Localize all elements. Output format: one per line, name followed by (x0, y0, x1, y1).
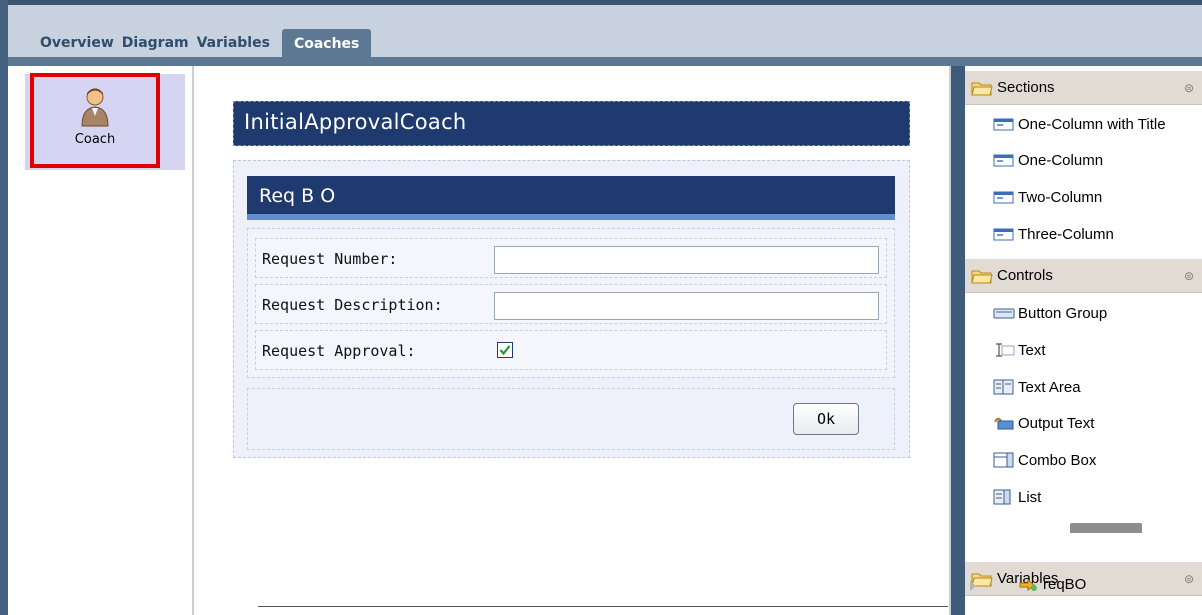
folder-icon (971, 82, 993, 95)
controls-header-label: Controls (997, 267, 1053, 284)
field-row-request-number[interactable]: Request Number: (255, 238, 887, 278)
palette-item-text-area[interactable]: Text Area (993, 376, 1081, 398)
palette-item-one-column[interactable]: One-Column (993, 149, 1103, 171)
palette-sidebar-strip (951, 66, 965, 615)
request-approval-checkbox[interactable] (497, 342, 513, 358)
checkmark-icon (499, 345, 511, 356)
palette-item-label: List (1018, 488, 1042, 506)
request-number-label: Request Number: (262, 250, 398, 268)
tab-overview[interactable]: Overview (36, 35, 118, 51)
tab-strip-underline (8, 57, 1202, 66)
collapse-icon[interactable]: ⊜ (1184, 269, 1194, 283)
palette-item-two-column[interactable]: Two-Column (993, 186, 1102, 208)
text-area-icon (993, 379, 1014, 395)
coach-item[interactable]: Coach (30, 73, 160, 168)
combo-box-icon (993, 452, 1014, 468)
request-approval-label: Request Approval: (262, 342, 416, 360)
collapse-icon[interactable]: ⊜ (1184, 81, 1194, 95)
section-header[interactable]: Req B O (247, 176, 895, 220)
layout-icon (993, 154, 1014, 167)
palette-item-list[interactable]: List (993, 486, 1041, 508)
palette-item-combo-box[interactable]: Combo Box (993, 449, 1096, 471)
request-description-label: Request Description: (262, 296, 443, 314)
palette-item-label: Output Text (1018, 414, 1095, 432)
request-description-input[interactable] (494, 292, 879, 320)
text-cursor-icon (996, 343, 1015, 357)
request-number-input[interactable] (494, 246, 879, 274)
editor-tabs: Overview Diagram Variables Coaches (36, 29, 372, 61)
list-icon (993, 489, 1011, 505)
palette-item-output-text[interactable]: Output Text (993, 412, 1094, 434)
collapse-icon[interactable]: ⊜ (1184, 572, 1194, 586)
tab-diagram[interactable]: Diagram (118, 35, 193, 51)
palette-item-label: Text Area (1018, 378, 1081, 396)
palette-drawer-sections[interactable]: Sections ⊜ (965, 71, 1202, 105)
palette-scroll-indicator[interactable] (1070, 523, 1142, 533)
variable-label: reqBO (1043, 576, 1087, 593)
field-row-request-approval[interactable]: Request Approval: (255, 330, 887, 370)
palette-item-label: Text (1018, 341, 1046, 359)
window-left-border (0, 0, 8, 615)
output-text-icon (994, 417, 1014, 430)
layout-icon (993, 191, 1014, 204)
folder-icon (971, 270, 993, 283)
palette-item-label: One-Column with Title (1018, 115, 1166, 133)
sections-header-label: Sections (997, 79, 1055, 96)
layout-icon (993, 228, 1014, 241)
palette-item-text[interactable]: Text (993, 339, 1046, 361)
coach-label: Coach (74, 132, 116, 147)
palette-item-label: Three-Column (1018, 225, 1114, 243)
layout-icon (993, 118, 1014, 131)
variable-arrow-icon (1019, 578, 1037, 591)
palette-item-one-column-with-title[interactable]: One-Column with Title (993, 113, 1166, 135)
palette-item-button-group[interactable]: Button Group (993, 302, 1107, 324)
button-group-icon (993, 308, 1015, 319)
palette-item-three-column[interactable]: Three-Column (993, 223, 1114, 245)
field-row-request-description[interactable]: Request Description: (255, 284, 887, 324)
tab-variables[interactable]: Variables (193, 35, 274, 51)
coach-title-bar[interactable]: InitialApprovalCoach (233, 101, 910, 146)
canvas-bottom-rule (258, 606, 948, 607)
person-icon (81, 88, 109, 127)
tab-coaches[interactable]: Coaches (281, 29, 372, 61)
palette-item-label: One-Column (1018, 151, 1104, 169)
palette-item-label: Button Group (1018, 304, 1108, 322)
palette-item-label: Combo Box (1018, 451, 1097, 469)
variable-item-reqbo[interactable]: reqBO (1018, 576, 1086, 593)
palette-drawer-controls[interactable]: Controls ⊜ (965, 259, 1202, 293)
ok-button[interactable]: Ok (793, 403, 859, 435)
expand-arrow-icon[interactable] (970, 581, 976, 591)
palette-item-label: Two-Column (1018, 188, 1103, 206)
